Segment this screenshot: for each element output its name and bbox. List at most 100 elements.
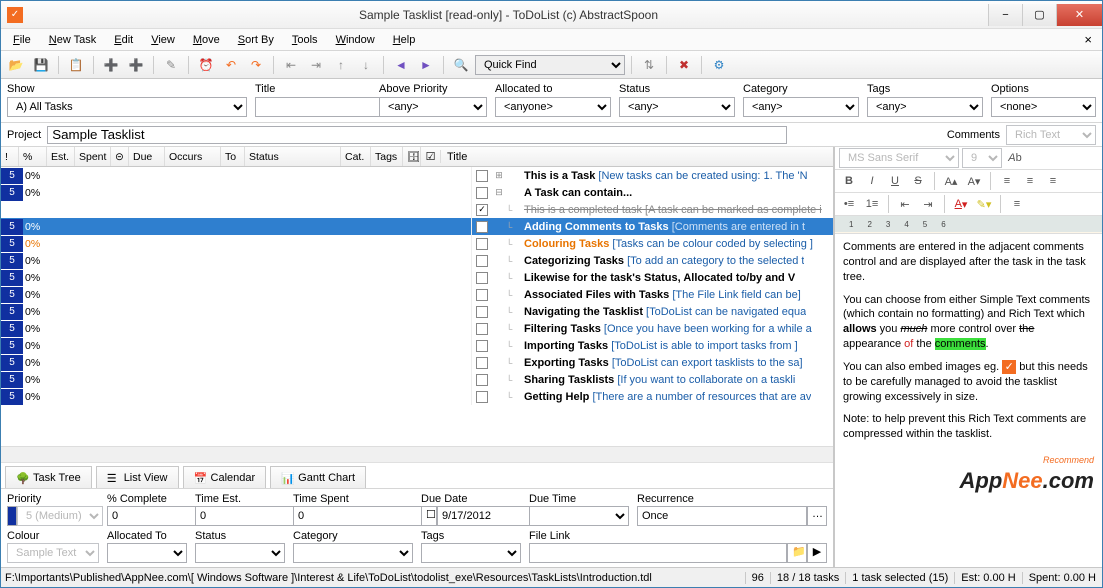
- prop-filelink-browse-button[interactable]: 📁: [787, 543, 807, 563]
- align-center-button[interactable]: ≡: [1020, 172, 1040, 190]
- prop-status-select[interactable]: [195, 543, 285, 563]
- tab-list-view[interactable]: ☰List View: [96, 466, 179, 488]
- col-attach[interactable]: 🗄: [403, 147, 421, 166]
- col-percent[interactable]: %: [19, 147, 47, 166]
- task-row[interactable]: 50%└Importing Tasks [ToDoList is able to…: [1, 337, 833, 354]
- quick-find-input[interactable]: Quick Find: [475, 55, 625, 75]
- menu-file[interactable]: File: [5, 33, 39, 47]
- redo-icon[interactable]: ↷: [245, 54, 267, 76]
- menu-edit[interactable]: Edit: [106, 33, 141, 47]
- ruler[interactable]: 123456: [835, 216, 1102, 234]
- col-status[interactable]: Status: [245, 147, 341, 166]
- filter-tags-select[interactable]: <any>: [867, 97, 983, 117]
- maximize-button[interactable]: [1022, 4, 1056, 26]
- indent-icon[interactable]: ⇥: [305, 54, 327, 76]
- tab-task-tree[interactable]: 🌳Task Tree: [5, 466, 92, 488]
- menu-tools[interactable]: Tools: [284, 33, 326, 47]
- task-checkbox[interactable]: [476, 391, 488, 403]
- task-checkbox[interactable]: [476, 238, 488, 250]
- minimize-button[interactable]: [988, 4, 1022, 26]
- task-row[interactable]: 50%└Filtering Tasks [Once you have been …: [1, 320, 833, 337]
- align-right-button[interactable]: ≡: [1043, 172, 1063, 190]
- expand-toggle[interactable]: ⊞: [492, 170, 506, 181]
- col-cat[interactable]: Cat.: [341, 147, 371, 166]
- tab-calendar[interactable]: 📅Calendar: [183, 466, 267, 488]
- menu-window[interactable]: Window: [328, 33, 383, 47]
- mdi-close-button[interactable]: ×: [1078, 32, 1098, 47]
- filter-status-select[interactable]: <any>: [619, 97, 735, 117]
- comments-textarea[interactable]: Comments are entered in the adjacent com…: [835, 234, 1102, 567]
- task-checkbox[interactable]: [476, 323, 488, 335]
- style-button[interactable]: Ab: [1005, 149, 1025, 167]
- col-due[interactable]: Due: [129, 147, 165, 166]
- task-checkbox[interactable]: [476, 374, 488, 386]
- task-checkbox[interactable]: [476, 306, 488, 318]
- filter-options-select[interactable]: <none>: [991, 97, 1096, 117]
- project-name-input[interactable]: [47, 126, 787, 144]
- open-icon[interactable]: 📂: [5, 54, 27, 76]
- menu-move[interactable]: Move: [185, 33, 228, 47]
- filter-priority-select[interactable]: <any>: [379, 97, 487, 117]
- task-row[interactable]: 50%⊟A Task can contain...: [1, 184, 833, 201]
- settings-icon[interactable]: ⚙: [708, 54, 730, 76]
- undo-icon[interactable]: ↶: [220, 54, 242, 76]
- prop-filelink-go-button[interactable]: ▶: [807, 543, 827, 563]
- delete-icon[interactable]: ✖: [673, 54, 695, 76]
- bullet-list-button[interactable]: •≡: [839, 195, 859, 213]
- task-row[interactable]: ✓└This is a completed task [A task can b…: [1, 201, 833, 218]
- col-to[interactable]: To: [221, 147, 245, 166]
- new-subtask-icon[interactable]: ➕: [125, 54, 147, 76]
- move-down-icon[interactable]: ↓: [355, 54, 377, 76]
- font-color-button[interactable]: A▾: [951, 195, 971, 213]
- task-row[interactable]: 50%└Likewise for the task's Status, Allo…: [1, 269, 833, 286]
- save-icon[interactable]: 💾: [30, 54, 52, 76]
- comments-font-select[interactable]: MS Sans Serif: [839, 148, 959, 168]
- filter-show-select[interactable]: A) All Tasks: [7, 97, 247, 117]
- underline-button[interactable]: U: [885, 172, 905, 190]
- col-spent[interactable]: Spent: [75, 147, 111, 166]
- edit-icon[interactable]: ✎: [160, 54, 182, 76]
- task-checkbox[interactable]: [476, 187, 488, 199]
- task-row[interactable]: 50%└Associated Files with Tasks [The Fil…: [1, 286, 833, 303]
- highlight-button[interactable]: ✎▾: [974, 195, 994, 213]
- task-row[interactable]: 50%└Categorizing Tasks [To add an catego…: [1, 252, 833, 269]
- menu-help[interactable]: Help: [385, 33, 424, 47]
- filter-category-select[interactable]: <any>: [743, 97, 859, 117]
- align-left-button[interactable]: ≡: [997, 172, 1017, 190]
- task-row[interactable]: 50%└Getting Help [There are a number of …: [1, 388, 833, 405]
- close-button[interactable]: [1056, 4, 1102, 26]
- prop-duedate-check[interactable]: ☐: [421, 506, 437, 526]
- indent-button[interactable]: ⇥: [918, 195, 938, 213]
- prop-alloc-select[interactable]: [107, 543, 187, 563]
- outdent-button[interactable]: ⇤: [895, 195, 915, 213]
- task-row[interactable]: 50%└Adding Comments to Tasks [Comments a…: [1, 218, 833, 235]
- prop-colour-select[interactable]: Sample Text: [7, 543, 99, 563]
- prop-recur-input[interactable]: [637, 506, 807, 526]
- clock-icon[interactable]: ⏰: [195, 54, 217, 76]
- comments-size-select[interactable]: 9: [962, 148, 1002, 168]
- comments-type-select[interactable]: Rich Text: [1006, 125, 1096, 145]
- strike-button[interactable]: S: [908, 172, 928, 190]
- task-row[interactable]: 50%└Exporting Tasks [ToDoList can export…: [1, 354, 833, 371]
- outdent-icon[interactable]: ⇤: [280, 54, 302, 76]
- find-icon[interactable]: 🔍: [450, 54, 472, 76]
- col-occurs[interactable]: Occurs: [165, 147, 221, 166]
- task-row[interactable]: 50%└Colouring Tasks [Tasks can be colour…: [1, 235, 833, 252]
- italic-button[interactable]: I: [862, 172, 882, 190]
- task-checkbox[interactable]: [476, 289, 488, 301]
- grid-h-scrollbar[interactable]: [1, 446, 833, 462]
- forward-icon[interactable]: ►: [415, 54, 437, 76]
- hr-button[interactable]: ≡: [1007, 195, 1027, 213]
- prop-category-select[interactable]: [293, 543, 413, 563]
- tab-gantt[interactable]: 📊Gantt Chart: [270, 466, 366, 488]
- task-row[interactable]: 50%└Sharing Tasklists [If you want to co…: [1, 371, 833, 388]
- task-checkbox[interactable]: [476, 357, 488, 369]
- grow-font-button[interactable]: A▴: [941, 172, 961, 190]
- copy-icon[interactable]: 📋: [65, 54, 87, 76]
- task-checkbox[interactable]: [476, 170, 488, 182]
- col-est[interactable]: Est.: [47, 147, 75, 166]
- task-checkbox[interactable]: [476, 340, 488, 352]
- new-task-icon[interactable]: ➕: [100, 54, 122, 76]
- task-checkbox[interactable]: [476, 221, 488, 233]
- task-checkbox[interactable]: ✓: [476, 204, 488, 216]
